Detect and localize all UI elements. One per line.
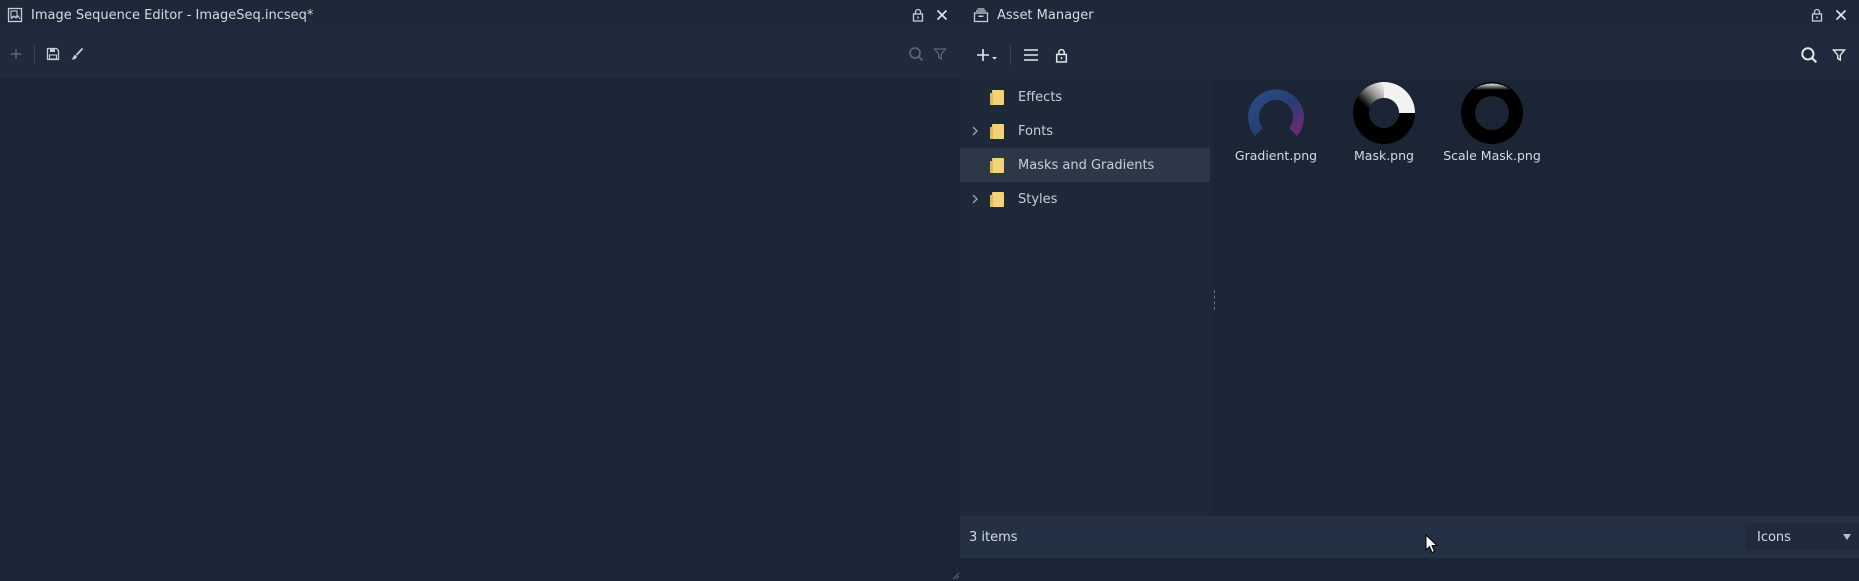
asset-lock-button[interactable] xyxy=(1049,43,1073,67)
asset-manager-close-button[interactable] xyxy=(1829,3,1853,27)
lock-icon xyxy=(912,8,924,22)
filter-icon xyxy=(1832,49,1846,62)
scale-mask-ring-thumbnail xyxy=(1461,82,1523,144)
editor-toolbar xyxy=(0,30,960,78)
list-view-button[interactable] xyxy=(1019,43,1043,67)
folder-icon xyxy=(990,89,1004,105)
asset-manager-panel: Asset Manager Effects Fonts Masks and Gr… xyxy=(960,0,1859,581)
editor-canvas[interactable] xyxy=(0,78,960,581)
gradient-ring-thumbnail xyxy=(1248,89,1304,136)
tree-item-masks-and-gradients[interactable]: Masks and Gradients xyxy=(960,148,1210,182)
tree-item-label: Masks and Gradients xyxy=(1018,157,1155,173)
resize-grip-icon[interactable] xyxy=(952,572,960,580)
asset-name: Mask.png xyxy=(1354,148,1414,163)
asset-search-button[interactable] xyxy=(1797,43,1821,67)
item-count: 3 items xyxy=(969,529,1018,545)
lock-icon xyxy=(1055,48,1067,63)
toolbar-separator xyxy=(1010,45,1011,65)
asset-grid: Gradient.png Mask.png Scale Mask.png xyxy=(1216,80,1859,516)
asset-manager-lock-button[interactable] xyxy=(1805,3,1829,27)
mouse-cursor-icon xyxy=(1425,534,1439,554)
asset-name: Scale Mask.png xyxy=(1443,148,1541,163)
tree-item-label: Styles xyxy=(1018,191,1058,207)
asset-tile-mask[interactable]: Mask.png xyxy=(1324,80,1444,163)
view-mode-select[interactable]: Icons xyxy=(1745,523,1859,551)
chevron-right-icon[interactable] xyxy=(968,126,982,136)
lock-icon xyxy=(1811,8,1823,22)
filter-icon xyxy=(933,48,947,61)
asset-manager-icon xyxy=(973,8,989,23)
view-mode-value: Icons xyxy=(1757,529,1791,545)
chevron-right-icon[interactable] xyxy=(968,194,982,204)
add-frame-button[interactable] xyxy=(4,42,28,66)
asset-name: Gradient.png xyxy=(1234,148,1318,163)
save-button[interactable] xyxy=(41,42,65,66)
image-sequence-editor-panel: Image Sequence Editor - ImageSeq.incseq* xyxy=(0,0,960,581)
editor-filter-button[interactable] xyxy=(928,42,952,66)
asset-status-bar: 3 items Icons xyxy=(960,516,1859,558)
editor-lock-button[interactable] xyxy=(906,3,930,27)
tree-item-label: Fonts xyxy=(1018,123,1054,139)
close-icon xyxy=(936,9,948,21)
editor-close-button[interactable] xyxy=(930,3,954,27)
close-icon xyxy=(1835,9,1847,21)
asset-manager-toolbar xyxy=(960,30,1859,80)
editor-search-button[interactable] xyxy=(904,42,928,66)
splitter-grip[interactable] xyxy=(1214,290,1215,310)
chevron-down-icon xyxy=(1843,534,1851,540)
plus-dropdown-icon xyxy=(977,49,997,61)
bottom-strip xyxy=(960,558,1859,581)
asset-tile-scale-mask[interactable]: Scale Mask.png xyxy=(1432,80,1552,163)
mask-ring-thumbnail xyxy=(1353,82,1415,144)
tree-item-styles[interactable]: Styles xyxy=(960,182,1210,216)
add-asset-dropdown-button[interactable] xyxy=(974,43,1002,67)
editor-title: Image Sequence Editor - ImageSeq.incseq* xyxy=(31,7,314,23)
search-icon xyxy=(909,47,924,62)
folder-icon xyxy=(990,191,1004,207)
folder-tree: Effects Fonts Masks and Gradients Styles xyxy=(960,80,1210,516)
tree-item-label: Effects xyxy=(1018,89,1063,105)
image-sequence-icon xyxy=(7,7,23,23)
tree-item-effects[interactable]: Effects xyxy=(960,80,1210,114)
save-icon xyxy=(46,47,60,61)
brush-icon xyxy=(71,47,84,60)
tree-item-fonts[interactable]: Fonts xyxy=(960,114,1210,148)
toolbar-separator xyxy=(34,45,35,63)
asset-tile-gradient[interactable]: Gradient.png xyxy=(1216,80,1336,163)
asset-manager-titlebar: Asset Manager xyxy=(960,0,1859,30)
folder-icon xyxy=(990,157,1004,173)
plus-icon xyxy=(11,49,21,59)
editor-titlebar: Image Sequence Editor - ImageSeq.incseq* xyxy=(0,0,960,30)
folder-icon xyxy=(990,123,1004,139)
brush-button[interactable] xyxy=(65,42,89,66)
search-icon xyxy=(1801,47,1818,64)
list-icon xyxy=(1024,49,1038,61)
asset-filter-button[interactable] xyxy=(1827,43,1851,67)
asset-manager-title: Asset Manager xyxy=(997,7,1094,23)
